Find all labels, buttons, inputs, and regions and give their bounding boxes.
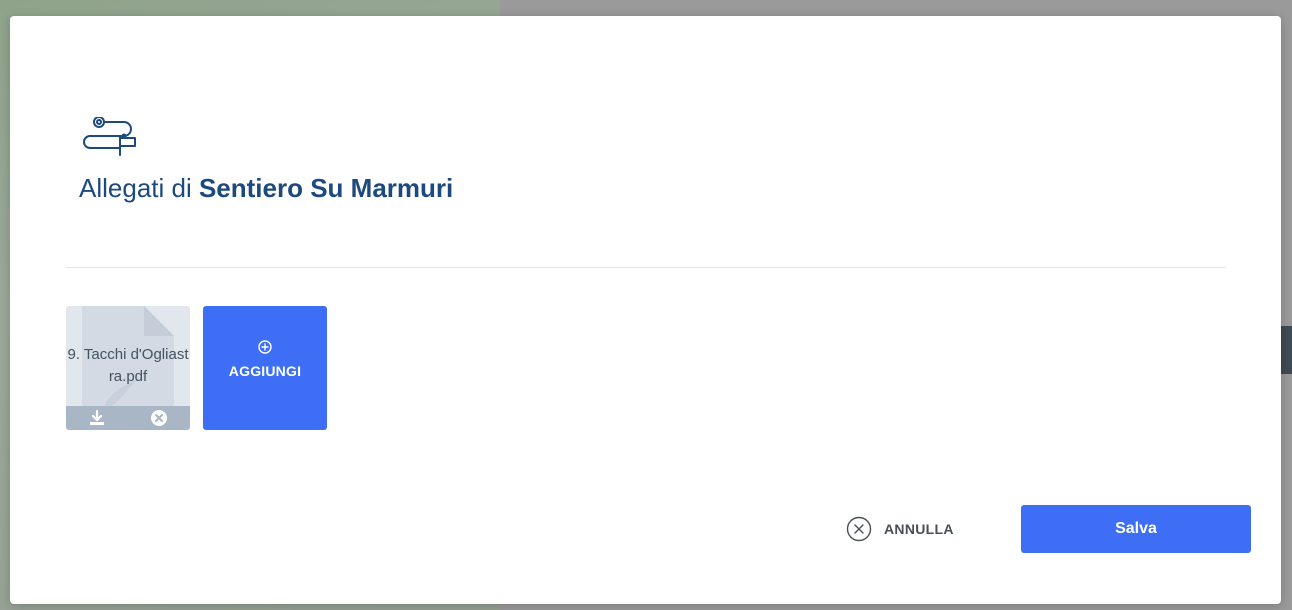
item-name: Sentiero Su Marmuri [198, 173, 454, 203]
modal-title: Allegati di Sentiero Su Marmuri [79, 173, 454, 203]
attachment-file-name: 9. Tacchi d'Ogliastra.pdf [67, 346, 189, 385]
add-attachment-button[interactable]: AGGIUNGI [203, 306, 327, 430]
remove-attachment-icon[interactable] [150, 409, 168, 427]
attachments-modal: Allegati di Sentiero Su Marmuri 9. Tacch… [10, 16, 1281, 604]
save-button[interactable]: Salva [1021, 505, 1251, 553]
route-icon [83, 117, 136, 156]
divider [66, 267, 1226, 268]
attachment-actions [66, 406, 190, 430]
plus-circle-icon [258, 340, 272, 354]
attachment-card[interactable]: 9. Tacchi d'Ogliastra.pdf [66, 306, 190, 430]
close-circle-icon [846, 516, 872, 542]
add-button-label: AGGIUNGI [228, 363, 302, 379]
cancel-button[interactable]: ANNULLA [846, 514, 954, 544]
cancel-button-label: ANNULLA [884, 521, 954, 537]
download-icon[interactable] [88, 409, 106, 427]
